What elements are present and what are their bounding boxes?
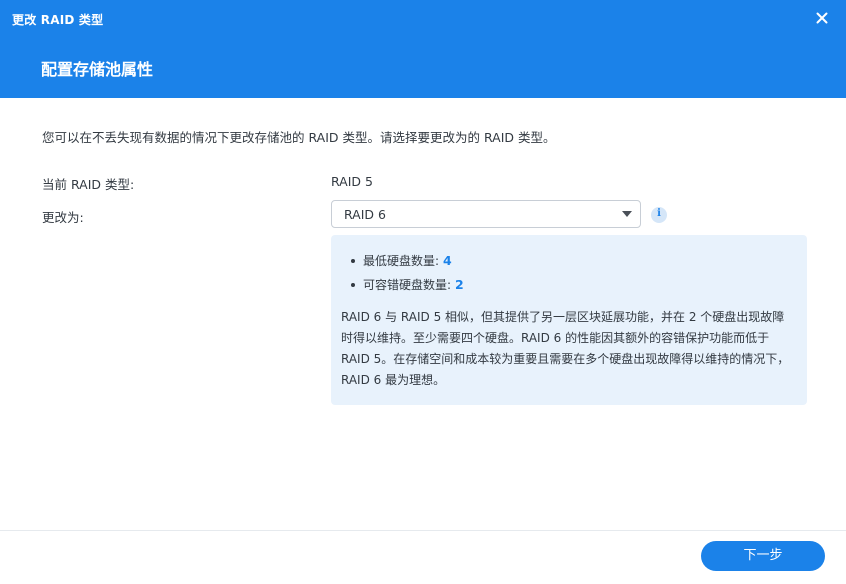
change-to-label: 更改为: xyxy=(42,210,84,225)
footer-divider xyxy=(0,530,846,531)
raid-type-select[interactable]: RAID 6 xyxy=(331,200,641,228)
fault-tolerance-value: 2 xyxy=(455,277,464,292)
fault-tolerance-label: 可容错硬盘数量: xyxy=(363,278,452,292)
close-button[interactable] xyxy=(810,6,834,30)
window-title: 更改 RAID 类型 xyxy=(12,13,104,27)
fault-tolerance-item: 可容错硬盘数量: 2 xyxy=(351,276,464,293)
description-text: 您可以在不丢失现有数据的情况下更改存储池的 RAID 类型。请选择要更改为的 R… xyxy=(42,130,556,145)
bullet-icon xyxy=(351,258,355,263)
current-raid-value: RAID 5 xyxy=(331,174,373,189)
min-disks-value: 4 xyxy=(443,253,452,268)
min-disks-label: 最低硬盘数量: xyxy=(363,254,440,268)
info-icon[interactable]: i xyxy=(651,207,667,223)
raid-type-selected-value: RAID 6 xyxy=(344,207,386,222)
current-raid-label: 当前 RAID 类型: xyxy=(42,177,135,192)
dialog-header: 更改 RAID 类型 配置存储池属性 xyxy=(0,0,846,98)
next-button[interactable]: 下一步 xyxy=(701,541,825,571)
raid-info-box: 最低硬盘数量: 4 可容错硬盘数量: 2 RAID 6 与 RAID 5 相似，但其… xyxy=(331,235,807,405)
chevron-down-icon xyxy=(622,211,632,217)
raid-description-paragraph: RAID 6 与 RAID 5 相似，但其提供了另一层区块延展功能，并在 2 个… xyxy=(341,310,790,387)
step-title: 配置存储池属性 xyxy=(41,60,154,79)
bullet-icon xyxy=(351,282,355,287)
close-icon xyxy=(816,12,828,24)
change-raid-type-dialog: 更改 RAID 类型 配置存储池属性 您可以在不丢失现有数据的情况下更改存储池的… xyxy=(0,0,846,584)
min-disks-item: 最低硬盘数量: 4 xyxy=(351,252,452,269)
